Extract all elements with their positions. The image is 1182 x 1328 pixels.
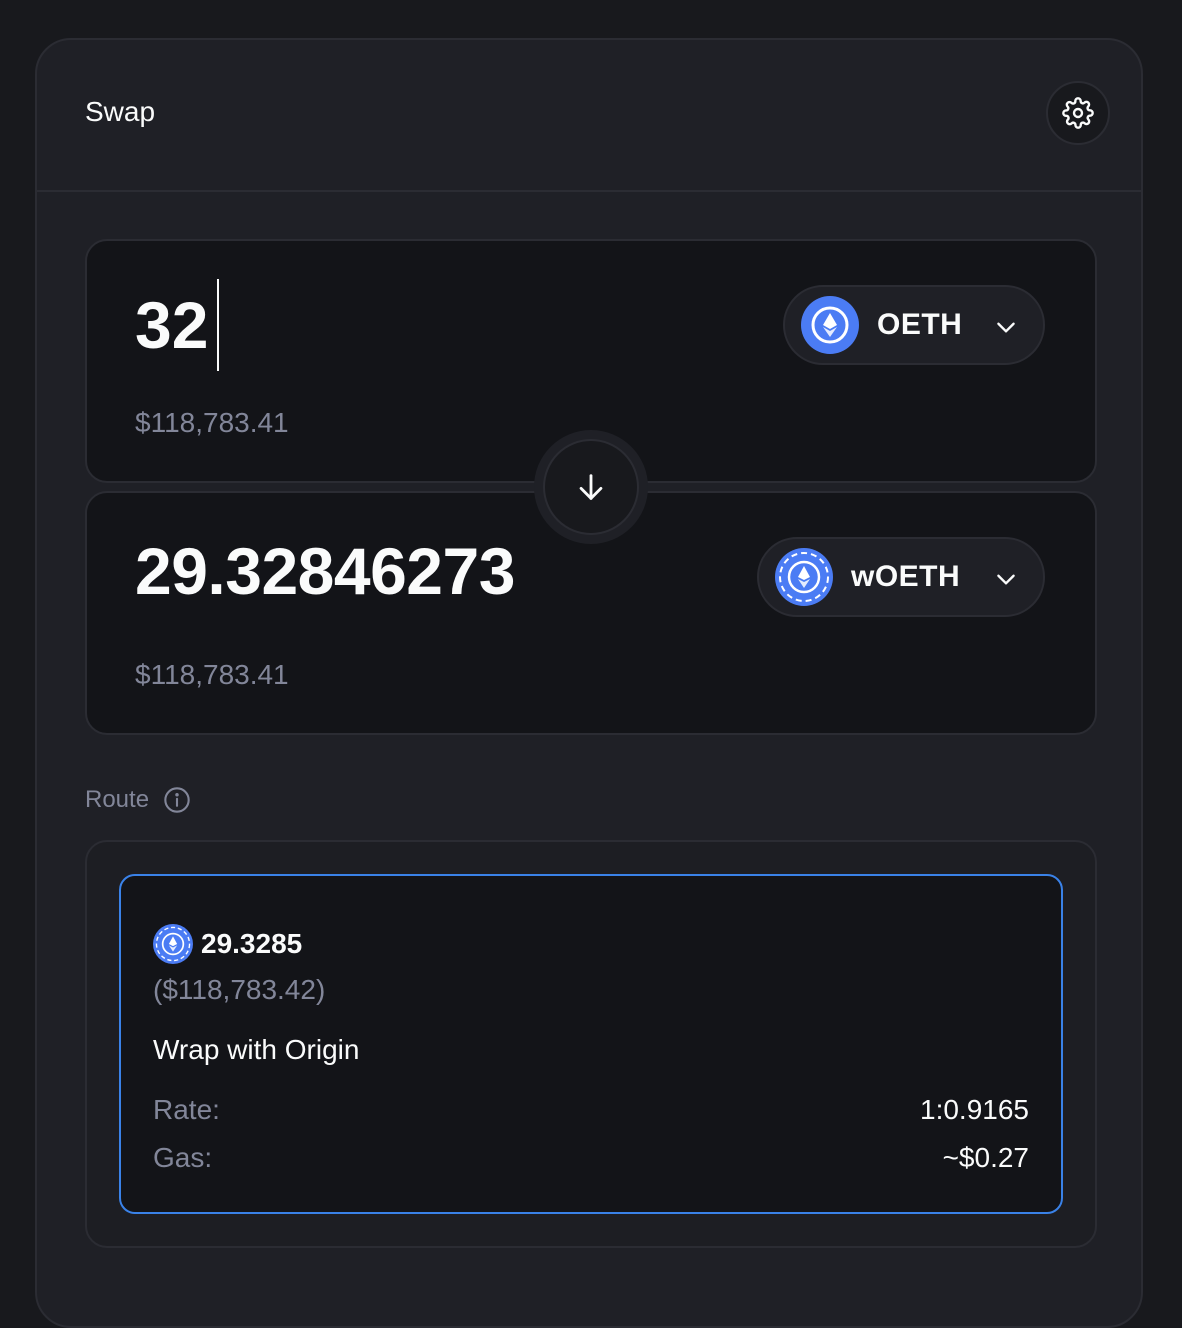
switch-tokens-wrapper xyxy=(534,430,648,544)
woeth-token-icon xyxy=(775,548,833,606)
sell-amount-input[interactable] xyxy=(135,277,695,373)
arrow-down-icon xyxy=(574,470,608,504)
gas-label: Gas: xyxy=(153,1142,213,1173)
info-icon[interactable] xyxy=(163,786,191,814)
route-heading: Route xyxy=(85,786,191,814)
route-name: Wrap with Origin xyxy=(153,1034,360,1065)
gear-icon xyxy=(1062,97,1094,129)
buy-token-selector[interactable]: wOETH xyxy=(757,537,1045,617)
route-rate-row: Rate: 1:0.9165 xyxy=(153,1094,1029,1126)
route-amount: 29.3285 xyxy=(201,928,303,959)
chevron-down-icon xyxy=(993,566,1019,597)
woeth-token-icon xyxy=(153,924,193,964)
swap-header: Swap xyxy=(37,40,1141,192)
route-gas-row: Gas: ~$0.27 xyxy=(153,1142,1029,1174)
route-label: Route xyxy=(85,786,150,813)
sell-usd-value: $118,783.41 xyxy=(135,407,289,438)
rate-label: Rate: xyxy=(153,1094,220,1125)
rate-value: 1:0.9165 xyxy=(920,1094,1029,1125)
swap-card: Swap $118,783.41 OETH xyxy=(35,38,1143,1328)
buy-token-symbol: wOETH xyxy=(851,560,961,593)
buy-usd-value: $118,783.41 xyxy=(135,659,289,690)
swap-title: Swap xyxy=(85,96,156,127)
sell-token-selector[interactable]: OETH xyxy=(783,285,1045,365)
switch-tokens-button[interactable] xyxy=(543,439,639,535)
buy-amount: 29.32846273 xyxy=(135,534,515,608)
sell-token-symbol: OETH xyxy=(877,308,963,341)
gas-value: ~$0.27 xyxy=(942,1142,1029,1173)
route-list: 29.3285 ($118,783.42) Wrap with Origin R… xyxy=(85,840,1097,1248)
settings-button[interactable] xyxy=(1046,81,1110,145)
text-caret xyxy=(217,279,219,371)
oeth-token-icon xyxy=(801,296,859,354)
route-amount-row: 29.3285 xyxy=(153,924,302,964)
chevron-down-icon xyxy=(993,314,1019,345)
route-usd-value: ($118,783.42) xyxy=(153,974,326,1005)
route-option[interactable]: 29.3285 ($118,783.42) Wrap with Origin R… xyxy=(119,874,1063,1214)
